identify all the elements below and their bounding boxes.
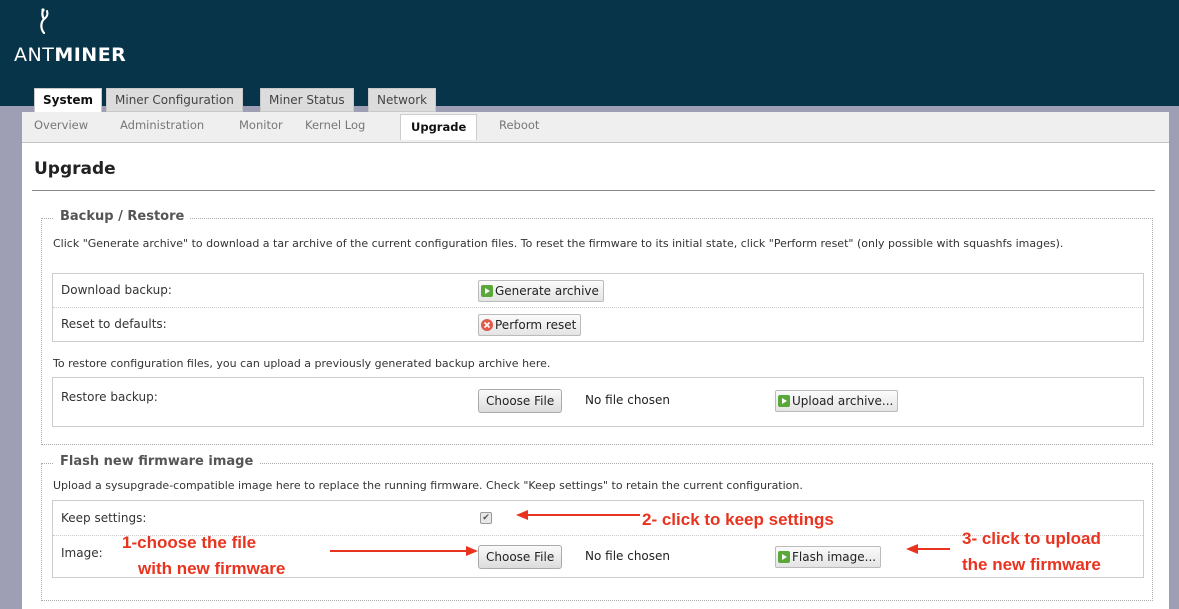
annotation-step2: 2- click to keep settings	[642, 510, 834, 529]
play-icon	[778, 395, 790, 407]
arrow-right-icon	[330, 546, 478, 556]
flash-firmware-legend: Flash new firmware image	[54, 454, 260, 469]
download-backup-label: Download backup:	[61, 283, 172, 297]
restore-description: To restore configuration files, you can …	[53, 357, 551, 370]
restore-backup-label: Restore backup:	[61, 390, 158, 404]
annotation-step1-line1: 1-choose the file	[122, 533, 257, 552]
restore-box: Restore backup: Choose File No file chos…	[52, 377, 1144, 427]
ant-logo-icon	[40, 8, 49, 34]
annotation-step3-line1: 3- click to upload	[962, 529, 1101, 548]
backup-restore-legend: Backup / Restore	[54, 209, 191, 224]
tab-network[interactable]: Network	[368, 88, 437, 112]
flash-image-label: Flash image...	[792, 550, 877, 564]
subtab-reboot[interactable]: Reboot	[499, 118, 539, 132]
perform-reset-button[interactable]: Perform reset	[478, 314, 582, 336]
perform-reset-label: Perform reset	[495, 318, 577, 332]
image-no-file-text: No file chosen	[585, 549, 671, 563]
subtab-overview[interactable]: Overview	[34, 118, 88, 132]
annotation-step1-line2: with new firmware	[138, 559, 286, 578]
download-backup-row: Download backup: Generate archive	[53, 274, 1143, 308]
page-title: Upgrade	[34, 159, 116, 179]
tab-miner-configuration[interactable]: Miner Configuration	[106, 88, 243, 112]
logo-text-miner: MINER	[54, 44, 127, 66]
arrow-left-icon	[516, 510, 640, 520]
generate-archive-label: Generate archive	[495, 284, 599, 298]
subtab-administration[interactable]: Administration	[120, 118, 204, 132]
subtab-upgrade[interactable]: Upgrade	[400, 114, 478, 140]
restore-no-file-text: No file chosen	[585, 393, 671, 407]
play-icon	[778, 551, 790, 563]
backup-description: Click "Generate archive" to download a t…	[53, 237, 1064, 250]
reset-defaults-row: Reset to defaults: Perform reset	[53, 307, 1143, 341]
logo-text-ant: ANT	[14, 44, 55, 66]
backup-actions-box: Download backup: Generate archive Reset …	[52, 273, 1144, 342]
arrow-left-icon	[906, 544, 950, 554]
generate-archive-button[interactable]: Generate archive	[478, 280, 604, 302]
tab-miner-status[interactable]: Miner Status	[260, 88, 354, 112]
keep-settings-label: Keep settings:	[61, 511, 147, 525]
title-divider	[32, 190, 1155, 191]
tab-system[interactable]: System	[34, 88, 102, 114]
upload-archive-button[interactable]: Upload archive...	[775, 390, 899, 412]
annotation-step3-line2: the new firmware	[962, 555, 1101, 574]
flash-description: Upload a sysupgrade-compatible image her…	[53, 479, 803, 492]
image-choose-file-button[interactable]: Choose File	[478, 545, 563, 569]
play-icon	[481, 285, 493, 297]
antminer-logo: ANTMINER	[14, 8, 126, 68]
image-label: Image:	[61, 546, 103, 560]
keep-settings-checkbox[interactable]: ✔	[480, 512, 492, 524]
subtab-monitor[interactable]: Monitor	[239, 118, 283, 132]
upload-archive-label: Upload archive...	[792, 394, 894, 408]
flash-image-button[interactable]: Flash image...	[775, 546, 882, 568]
subtab-kernel-log[interactable]: Kernel Log	[305, 118, 365, 132]
reset-defaults-label: Reset to defaults:	[61, 317, 167, 331]
reset-icon	[481, 319, 493, 331]
restore-choose-file-button[interactable]: Choose File	[478, 389, 563, 413]
backup-restore-fieldset: Backup / Restore Click "Generate archive…	[41, 209, 1153, 445]
sub-tabs: Overview Administration Monitor Kernel L…	[22, 112, 1169, 143]
logo-text: ANTMINER	[14, 44, 126, 66]
